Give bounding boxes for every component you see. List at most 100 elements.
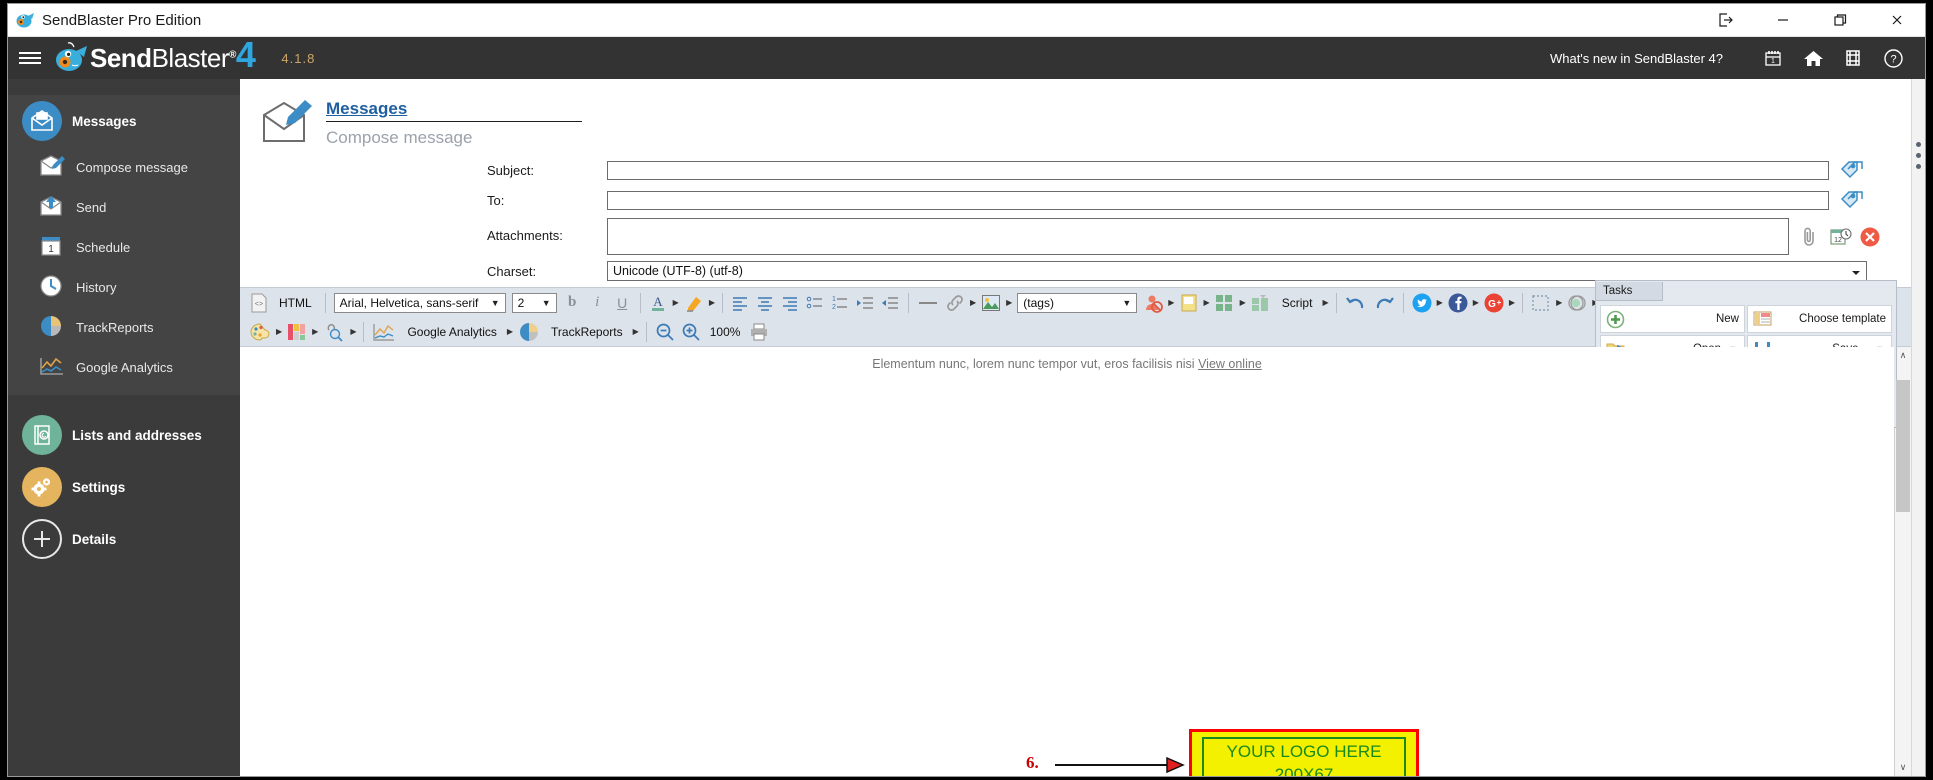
right-panel-handle[interactable] bbox=[1911, 79, 1925, 776]
html-source-icon[interactable]: <> bbox=[246, 290, 271, 315]
table-colors-icon[interactable] bbox=[284, 319, 310, 344]
chevron-down-icon[interactable]: ▶ bbox=[1203, 298, 1209, 307]
sidebar-item-lists-and-addresses[interactable]: Lists and addresses bbox=[8, 409, 240, 461]
numbered-list-icon[interactable]: 12 bbox=[828, 290, 853, 315]
hamburger-icon[interactable] bbox=[8, 49, 52, 67]
video-icon[interactable] bbox=[1833, 48, 1873, 68]
sidebar-item-schedule[interactable]: 1 Schedule bbox=[8, 227, 240, 267]
link-icon[interactable] bbox=[942, 290, 968, 315]
outdent-icon[interactable] bbox=[878, 290, 903, 315]
color-palette-icon[interactable] bbox=[246, 319, 274, 344]
google-analytics-button[interactable]: Google Analytics bbox=[399, 319, 504, 344]
italic-button[interactable]: i bbox=[585, 290, 610, 315]
preview-scrollbar[interactable]: ∧ ∨ bbox=[1894, 347, 1911, 776]
underline-button[interactable]: U bbox=[610, 290, 635, 315]
sidebar-item-trackreports[interactable]: TrackReports bbox=[8, 307, 240, 347]
blocks-icon[interactable] bbox=[1212, 290, 1238, 315]
whats-new-link[interactable]: What's new in SendBlaster 4? bbox=[1550, 51, 1723, 66]
layout-blocks-icon[interactable] bbox=[1248, 290, 1274, 315]
bold-button[interactable]: b bbox=[560, 290, 585, 315]
indent-icon[interactable] bbox=[853, 290, 878, 315]
html-mode-button[interactable]: HTML bbox=[271, 290, 320, 315]
scrollbar-track[interactable] bbox=[1895, 364, 1911, 759]
undo-icon[interactable] bbox=[1342, 290, 1370, 315]
sidebar-item-label: Schedule bbox=[76, 239, 131, 255]
calendar-icon[interactable]: 1 bbox=[1753, 48, 1793, 68]
logout-icon[interactable] bbox=[1697, 4, 1754, 36]
attach-remove-icon[interactable] bbox=[1859, 226, 1885, 250]
close-button[interactable] bbox=[1868, 4, 1925, 36]
unsubscribe-contact-icon[interactable] bbox=[1140, 290, 1166, 315]
bullet-list-icon[interactable] bbox=[803, 290, 828, 315]
redo-icon[interactable] bbox=[1370, 290, 1398, 315]
chevron-down-icon[interactable]: ▶ bbox=[633, 327, 639, 336]
email-preview[interactable]: Elementum nunc, lorem nunc tempor vut, e… bbox=[240, 347, 1894, 776]
sidebar-item-messages[interactable]: Messages bbox=[8, 95, 240, 147]
twitter-icon[interactable] bbox=[1409, 290, 1435, 315]
sidebar-item-google-analytics[interactable]: Google Analytics bbox=[8, 347, 240, 387]
home-icon[interactable] bbox=[1793, 48, 1833, 68]
chevron-down-icon[interactable]: ▶ bbox=[312, 327, 318, 336]
help-icon[interactable]: ? bbox=[1873, 48, 1913, 69]
chevron-down-icon[interactable]: ▶ bbox=[709, 298, 715, 307]
attach-paperclip-icon[interactable] bbox=[1799, 226, 1825, 250]
align-left-icon[interactable] bbox=[728, 290, 753, 315]
align-center-icon[interactable] bbox=[753, 290, 778, 315]
chevron-down-icon[interactable]: ▶ bbox=[276, 327, 282, 336]
task-new-button[interactable]: New bbox=[1600, 305, 1745, 333]
to-input[interactable] bbox=[607, 190, 1829, 210]
tags-select[interactable]: (tags) ▼ bbox=[1017, 292, 1138, 313]
logo-placeholder[interactable]: YOUR LOGO HERE 200X67 bbox=[1189, 729, 1419, 776]
select-area-icon[interactable] bbox=[1528, 290, 1554, 315]
scroll-down-button[interactable]: ∨ bbox=[1895, 759, 1911, 776]
subject-input[interactable] bbox=[607, 160, 1829, 180]
to-tags-icon[interactable] bbox=[1839, 188, 1865, 212]
google-plus-icon[interactable]: G + bbox=[1481, 290, 1507, 315]
task-choose-template-button[interactable]: Choose template bbox=[1747, 305, 1892, 333]
chevron-down-icon[interactable]: ▶ bbox=[1322, 298, 1328, 307]
print-icon[interactable] bbox=[746, 319, 772, 344]
chevron-down-icon[interactable]: ▶ bbox=[1437, 298, 1443, 307]
chevron-down-icon[interactable]: ▶ bbox=[1006, 298, 1012, 307]
trackreports-button[interactable]: TrackReports bbox=[543, 319, 631, 344]
view-online-link[interactable]: View online bbox=[1198, 357, 1262, 371]
script-button[interactable]: Script bbox=[1274, 290, 1321, 315]
sidebar-item-send[interactable]: Send bbox=[8, 187, 240, 227]
sidebar-item-details[interactable]: Details bbox=[8, 513, 240, 565]
facebook-icon[interactable] bbox=[1445, 290, 1471, 315]
chevron-down-icon[interactable]: ▶ bbox=[507, 327, 513, 336]
chevron-down-icon[interactable]: ▶ bbox=[1240, 298, 1246, 307]
highlight-marker-icon[interactable] bbox=[681, 290, 707, 315]
note-icon[interactable] bbox=[1176, 290, 1201, 315]
inspect-link-icon[interactable] bbox=[320, 319, 348, 344]
font-color-icon[interactable]: A bbox=[646, 290, 671, 315]
effects-icon[interactable] bbox=[1564, 290, 1590, 315]
attach-schedule-icon[interactable]: 12 bbox=[1829, 226, 1855, 250]
scroll-up-button[interactable]: ∧ bbox=[1895, 347, 1911, 364]
zoom-in-icon[interactable] bbox=[678, 319, 704, 344]
insert-image-icon[interactable] bbox=[978, 290, 1004, 315]
sidebar-item-settings[interactable]: Settings bbox=[8, 461, 240, 513]
restore-button[interactable] bbox=[1811, 4, 1868, 36]
zoom-out-icon[interactable] bbox=[652, 319, 678, 344]
minimize-button[interactable] bbox=[1754, 4, 1811, 36]
sidebar-item-compose-message[interactable]: Compose message bbox=[8, 147, 240, 187]
font-size-select[interactable]: 2 ▼ bbox=[511, 292, 557, 313]
chevron-down-icon[interactable]: ▶ bbox=[1473, 298, 1479, 307]
chevron-down-icon[interactable]: ▶ bbox=[970, 298, 976, 307]
attachments-input[interactable] bbox=[607, 218, 1789, 255]
horizontal-rule-icon[interactable] bbox=[914, 290, 942, 315]
font-family-select[interactable]: Arial, Helvetica, sans-serif ▼ bbox=[333, 292, 506, 313]
align-right-icon[interactable] bbox=[778, 290, 803, 315]
open-envelope-icon bbox=[22, 101, 62, 141]
sidebar-item-history[interactable]: History bbox=[8, 267, 240, 307]
tasks-tab[interactable]: Tasks bbox=[1596, 282, 1664, 301]
subject-tags-icon[interactable] bbox=[1839, 158, 1865, 182]
charset-select[interactable]: Unicode (UTF-8) (utf-8) bbox=[607, 261, 1867, 281]
chevron-down-icon[interactable]: ▶ bbox=[673, 298, 679, 307]
chevron-down-icon[interactable]: ▶ bbox=[1168, 298, 1174, 307]
scrollbar-thumb[interactable] bbox=[1896, 380, 1910, 512]
chevron-down-icon[interactable]: ▶ bbox=[350, 327, 356, 336]
chevron-down-icon[interactable]: ▶ bbox=[1556, 298, 1562, 307]
chevron-down-icon[interactable]: ▶ bbox=[1509, 298, 1515, 307]
